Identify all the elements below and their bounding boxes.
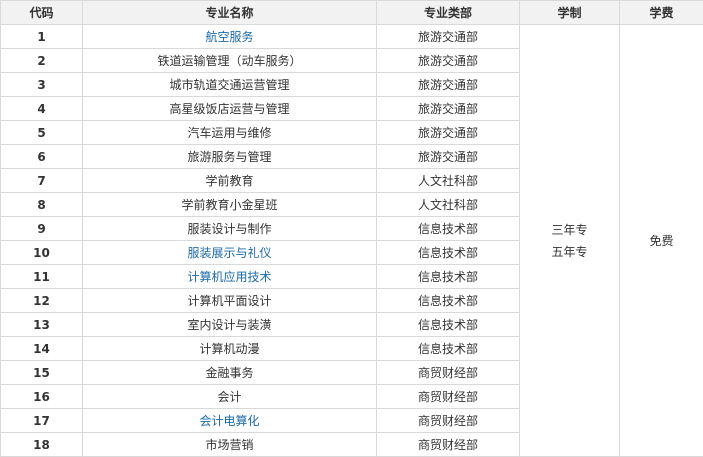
row-department: 旅游交通部 — [376, 24, 520, 49]
row-code: 8 — [0, 192, 83, 217]
duration-lines: 三年专 五年专 — [521, 219, 619, 263]
row-department: 人文社科部 — [376, 168, 520, 193]
row-code: 9 — [0, 216, 83, 241]
row-code: 7 — [0, 168, 83, 193]
header-major-name: 专业名称 — [82, 0, 377, 25]
row-major-name-cell: 计算机应用技术 — [82, 264, 377, 289]
row-major-name-cell: 会计 — [82, 384, 377, 409]
fee-cell: 免费 — [619, 24, 703, 457]
row-major-name-cell: 城市轨道交通运营管理 — [82, 72, 377, 97]
row-code: 4 — [0, 96, 83, 121]
table-row: 1 航空服务 旅游交通部 三年专 五年专 免费 — [0, 24, 703, 457]
row-department: 旅游交通部 — [376, 144, 520, 169]
row-major-name-cell: 市场营销 — [82, 432, 377, 457]
row-department: 旅游交通部 — [376, 48, 520, 73]
major-name: 市场营销 — [205, 438, 254, 452]
row-major-name-cell: 会计电算化 — [82, 408, 377, 433]
row-code: 17 — [0, 408, 83, 433]
major-name: 高星级饭店运营与管理 — [169, 102, 290, 116]
major-name: 服装设计与制作 — [187, 222, 272, 236]
row-code: 1 — [0, 24, 83, 49]
major-name: 计算机平面设计 — [187, 294, 272, 308]
row-department: 信息技术部 — [376, 336, 520, 361]
header-department: 专业类部 — [376, 0, 520, 25]
major-name: 汽车运用与维修 — [187, 126, 272, 140]
row-major-name-cell: 室内设计与装潢 — [82, 312, 377, 337]
major-name-link[interactable]: 会计电算化 — [199, 414, 259, 428]
row-department: 商贸财经部 — [376, 408, 520, 433]
major-name: 学前教育小金星班 — [181, 198, 278, 212]
major-name: 金融事务 — [205, 366, 254, 380]
row-major-name-cell: 铁道运输管理（动车服务） — [82, 48, 377, 73]
major-name-link[interactable]: 服装展示与礼仪 — [187, 246, 271, 260]
row-major-name-cell: 金融事务 — [82, 360, 377, 385]
row-major-name-cell: 旅游服务与管理 — [82, 144, 377, 169]
header-duration: 学制 — [519, 0, 620, 25]
duration-three-year: 三年专 — [551, 222, 588, 237]
row-code: 13 — [0, 312, 83, 337]
major-name: 铁道运输管理（动车服务） — [157, 54, 302, 68]
row-code: 12 — [0, 288, 83, 313]
row-department: 旅游交通部 — [376, 72, 520, 97]
row-department: 信息技术部 — [376, 264, 520, 289]
row-code: 5 — [0, 120, 83, 145]
row-code: 6 — [0, 144, 83, 169]
row-department: 信息技术部 — [376, 240, 520, 265]
row-code: 18 — [0, 432, 83, 457]
row-department: 人文社科部 — [376, 192, 520, 217]
major-name: 计算机动漫 — [199, 342, 260, 356]
major-name: 学前教育 — [205, 174, 254, 188]
row-major-name-cell: 学前教育 — [82, 168, 377, 193]
row-major-name-cell: 计算机平面设计 — [82, 288, 377, 313]
row-code: 3 — [0, 72, 83, 97]
major-name-link[interactable]: 计算机应用技术 — [187, 270, 271, 284]
duration-five-year: 五年专 — [551, 244, 588, 259]
major-name: 室内设计与装潢 — [187, 318, 272, 332]
row-major-name-cell: 学前教育小金星班 — [82, 192, 377, 217]
table-header-row: 代码 专业名称 专业类部 学制 学费 — [0, 0, 703, 25]
row-major-name-cell: 服装设计与制作 — [82, 216, 377, 241]
duration-cell: 三年专 五年专 — [519, 24, 620, 457]
row-major-name-cell: 计算机动漫 — [82, 336, 377, 361]
row-department: 商贸财经部 — [376, 360, 520, 385]
row-department: 信息技术部 — [376, 288, 520, 313]
row-code: 2 — [0, 48, 83, 73]
table-body: 1 航空服务 旅游交通部 三年专 五年专 免费 2 铁道运输管理（动车服务） 旅游交通部 3 城市轨… — [0, 24, 703, 457]
row-department: 商贸财经部 — [376, 432, 520, 457]
majors-table: 代码 专业名称 专业类部 学制 学费 1 航空服务 旅游交通部 三年专 五年专 免费 2 铁道… — [0, 0, 703, 457]
row-code: 16 — [0, 384, 83, 409]
header-code: 代码 — [0, 0, 83, 25]
row-major-name-cell: 高星级饭店运营与管理 — [82, 96, 377, 121]
row-department: 商贸财经部 — [376, 384, 520, 409]
row-code: 14 — [0, 336, 83, 361]
major-name: 城市轨道交通运营管理 — [169, 78, 290, 92]
row-department: 信息技术部 — [376, 312, 520, 337]
row-department: 旅游交通部 — [376, 96, 520, 121]
header-fee: 学费 — [619, 0, 703, 25]
row-major-name-cell: 服装展示与礼仪 — [82, 240, 377, 265]
major-name-link[interactable]: 航空服务 — [205, 30, 253, 44]
row-major-name-cell: 汽车运用与维修 — [82, 120, 377, 145]
row-major-name-cell: 航空服务 — [82, 24, 377, 49]
major-name: 会计 — [217, 390, 242, 404]
row-code: 11 — [0, 264, 83, 289]
row-department: 旅游交通部 — [376, 120, 520, 145]
row-code: 10 — [0, 240, 83, 265]
row-department: 信息技术部 — [376, 216, 520, 241]
row-code: 15 — [0, 360, 83, 385]
major-name: 旅游服务与管理 — [187, 150, 272, 164]
